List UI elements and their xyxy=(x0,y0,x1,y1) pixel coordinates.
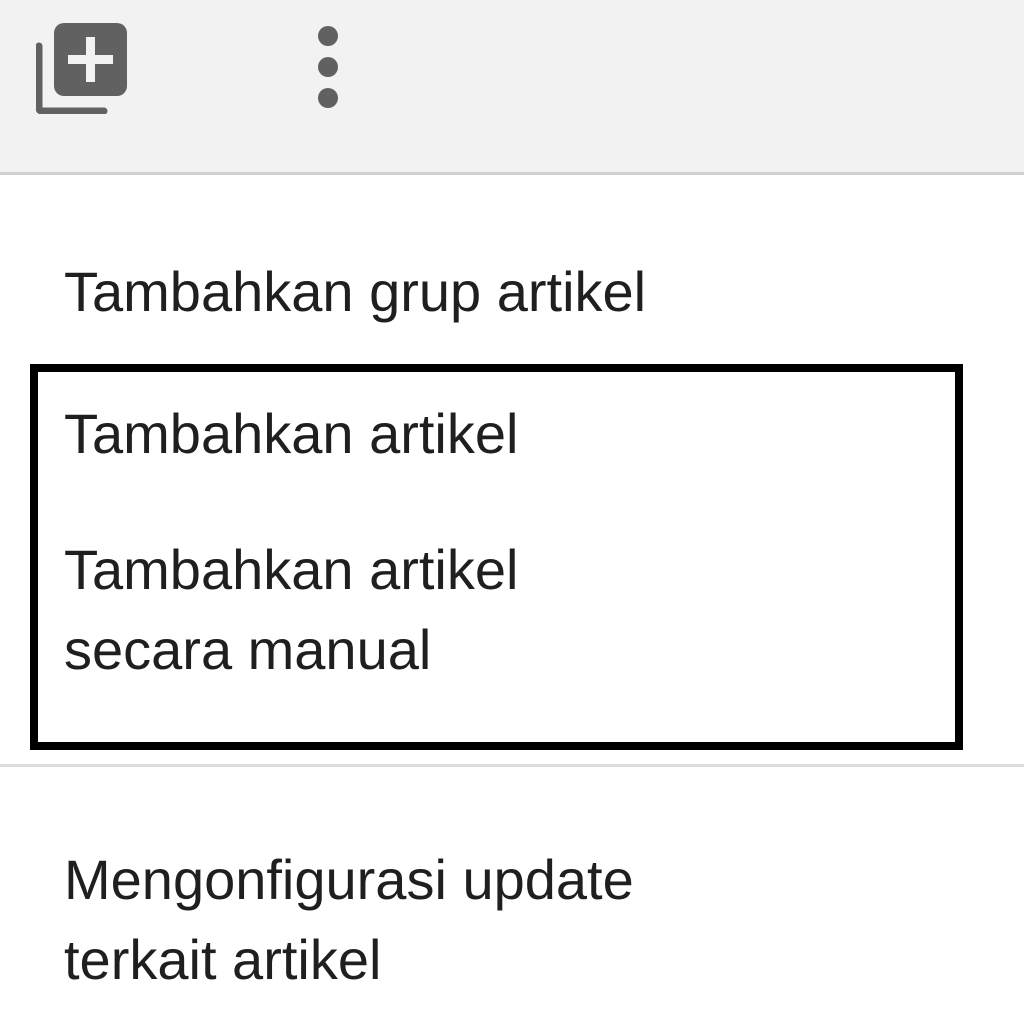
menu-item-label-line-2: secara manual xyxy=(64,618,432,681)
menu-divider xyxy=(0,764,1024,767)
menu-item-add-article-group[interactable]: Tambahkan grup artikel xyxy=(64,252,924,332)
library-add-icon[interactable] xyxy=(35,20,130,115)
context-menu: Tambahkan grup artikel Tambahkan artikel… xyxy=(0,178,1024,1024)
menu-item-label-line-1: Mengonfigurasi update xyxy=(64,848,634,911)
menu-item-label-line-1: Tambahkan artikel xyxy=(64,538,519,601)
menu-item-configure-article-updates[interactable]: Mengonfigurasi update terkait artikel xyxy=(64,840,924,1000)
more-vert-icon[interactable] xyxy=(306,24,350,110)
menu-item-label-line-2: terkait artikel xyxy=(64,928,382,991)
menu-item-add-article[interactable]: Tambahkan artikel xyxy=(64,394,924,474)
menu-item-label: Tambahkan grup artikel xyxy=(64,260,647,323)
page: Tambahkan grup artikel Tambahkan artikel… xyxy=(0,0,1024,1024)
menu-item-label: Tambahkan artikel xyxy=(64,402,519,465)
menu-item-add-article-manually[interactable]: Tambahkan artikel secara manual xyxy=(64,530,924,690)
toolbar xyxy=(0,0,1024,175)
